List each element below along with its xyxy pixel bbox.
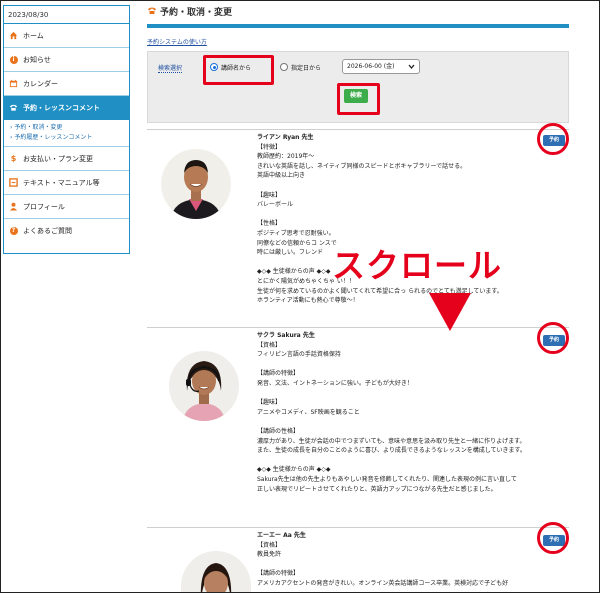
scroll-annotation-text: スクロール (332, 246, 502, 285)
radio-label: 指定日から (291, 64, 322, 72)
teacher-profile-text: サクラ Sakura 先生 【資格】 フィリピン言語の手話資格保持 【講師の特徴… (257, 332, 526, 493)
list-divider (147, 527, 569, 528)
phone-icon (9, 103, 18, 112)
sidebar-item-label: 予約・レッスンコメント (23, 103, 100, 112)
sidebar-subitem-reserve[interactable]: › 予約・取消・変更 (10, 123, 129, 133)
sidebar-item-label: お知らせ (23, 55, 51, 64)
sidebar-item-news[interactable]: i お知らせ (4, 48, 129, 72)
date-select[interactable]: 2026-06-00 (金) (342, 59, 420, 74)
dollar-icon: $ (10, 154, 17, 163)
question-icon: ? (9, 227, 18, 236)
sidebar-item-label: ホーム (23, 31, 44, 40)
chevron-down-icon (408, 60, 415, 78)
sidebar-item-label: よくあるご質問 (23, 227, 72, 235)
document-icon (9, 178, 18, 187)
sidebar-item-label: お支払い・プラン変更 (23, 154, 93, 163)
teacher-avatar (169, 351, 239, 421)
help-link[interactable]: 予約システムの使い方 (147, 37, 207, 46)
teacher-card: サクラ Sakura 先生 【資格】 フィリピン言語の手話資格保持 【講師の特徴… (147, 329, 569, 527)
down-arrow-icon (429, 293, 471, 331)
home-icon (9, 31, 18, 40)
annotation-box-search-button (337, 83, 380, 115)
annotation-box-teacher-option (203, 55, 274, 85)
screenshot-frame: 2023/08/30 ホーム i お知らせ カレンダー 予約・レッスンコメント … (0, 0, 600, 593)
teacher-avatar (161, 149, 231, 219)
sidebar-date: 2023/08/30 (4, 6, 129, 24)
teacher-profile-text: エーエー Aa 先生 【資格】 教員免許 【講師の特徴】 アメリカアクセントの発… (257, 532, 509, 587)
sidebar-item-text-manual[interactable]: テキスト・マニュアル等 (4, 171, 129, 195)
list-divider (147, 129, 569, 130)
sidebar-subitem-history[interactable]: › 予約履歴・レッスンコメント (10, 133, 129, 143)
radio-button[interactable] (280, 63, 288, 71)
annotation-circle-reserve (537, 522, 569, 554)
teacher-card: エーエー Aa 先生 【資格】 教員免許 【講師の特徴】 アメリカアクセントの発… (147, 529, 569, 592)
phone-icon (147, 6, 157, 18)
sidebar-item-payment[interactable]: $ お支払い・プラン変更 (4, 147, 129, 171)
sidebar-item-home[interactable]: ホーム (4, 24, 129, 48)
date-select-value: 2026-06-00 (金) (347, 63, 395, 70)
annotation-circle-reserve (537, 123, 569, 155)
list-divider (147, 327, 569, 328)
sidebar-item-label: テキスト・マニュアル等 (23, 178, 100, 187)
sidebar: 2023/08/30 ホーム i お知らせ カレンダー 予約・レッスンコメント … (3, 5, 130, 254)
sidebar-item-faq[interactable]: ? よくあるご質問 (4, 219, 129, 243)
title-underline (147, 24, 569, 28)
person-icon (9, 202, 18, 211)
calendar-icon (9, 79, 18, 88)
search-label: 検索選択 (158, 65, 183, 73)
sidebar-item-reservation[interactable]: 予約・レッスンコメント (4, 96, 129, 120)
sidebar-item-label: カレンダー (23, 79, 58, 88)
sidebar-subitems: › 予約・取消・変更 › 予約履歴・レッスンコメント (4, 120, 129, 147)
annotation-circle-reserve (537, 322, 569, 354)
sidebar-item-calendar[interactable]: カレンダー (4, 72, 129, 96)
sidebar-item-profile[interactable]: プロフィール (4, 195, 129, 219)
info-icon: i (9, 55, 18, 64)
page-title-text: 予約・取消・変更 (160, 8, 233, 18)
page-title: 予約・取消・変更 (147, 5, 232, 18)
sidebar-item-label: プロフィール (23, 202, 65, 211)
radio-by-date[interactable]: 指定日から (280, 59, 321, 75)
teacher-card: ライアン Ryan 先生 【特徴】 教師歴約：2019年～ きれいな英語を話し、… (147, 131, 569, 327)
teacher-avatar (181, 551, 251, 592)
